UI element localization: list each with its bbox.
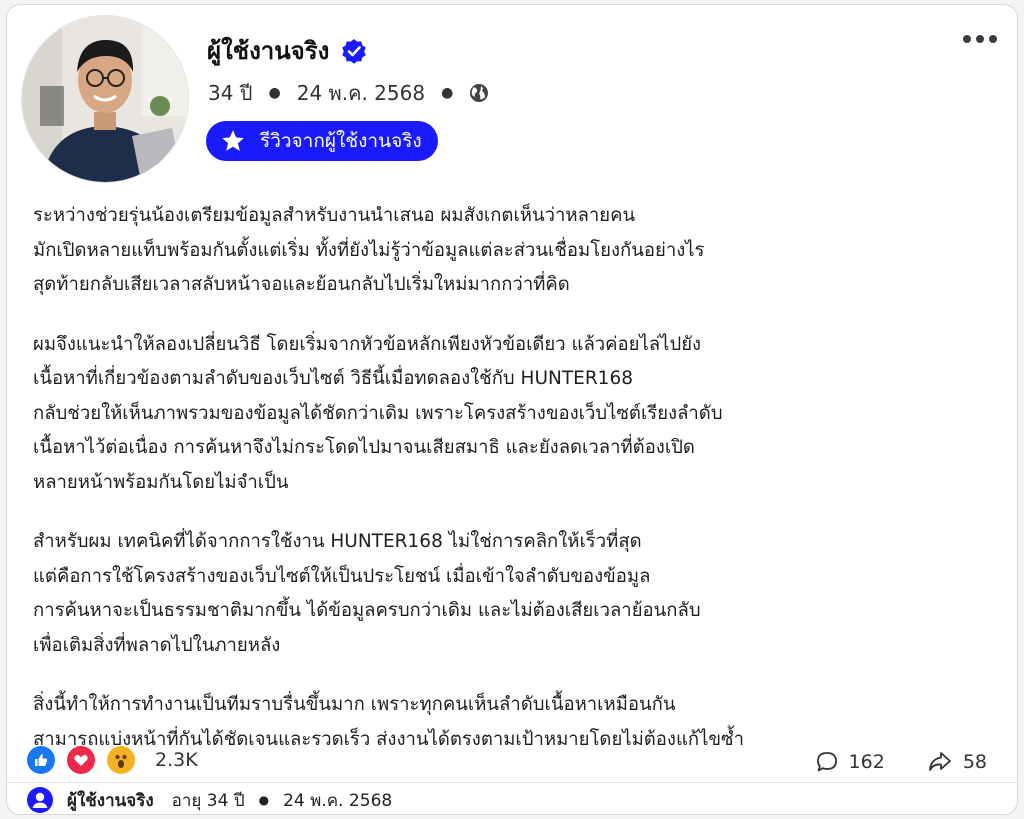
reaction-count[interactable]: 2.3K bbox=[155, 749, 198, 771]
post-card: ผู้ใช้งานจริง 34 ปี ● 24 พ.ค. 2568 ● รีว… bbox=[6, 4, 1018, 815]
verified-badge-icon bbox=[342, 38, 367, 64]
comments-button[interactable]: 162 bbox=[815, 750, 885, 774]
post-body: ระหว่างช่วยรุ่นน้องเตรียมข้อมูลสำหรับงาน… bbox=[33, 199, 993, 757]
more-options-button[interactable] bbox=[963, 35, 997, 43]
footer-date: 24 พ.ค. 2568 bbox=[283, 790, 393, 811]
separator-dot: ● bbox=[268, 85, 281, 101]
review-badge[interactable]: รีวิวจากผู้ใช้งานจริง bbox=[206, 121, 438, 161]
dot-icon bbox=[963, 35, 971, 43]
star-icon bbox=[222, 130, 244, 151]
author-row: ผู้ใช้งานจริง bbox=[207, 31, 367, 70]
post-footer: ผู้ใช้งานจริง อายุ 34 ปี ● 24 พ.ค. 2568 bbox=[7, 782, 1017, 814]
dot-icon bbox=[976, 35, 984, 43]
post-meta: 34 ปี ● 24 พ.ค. 2568 ● bbox=[208, 77, 489, 109]
post-date[interactable]: 24 พ.ค. 2568 bbox=[297, 77, 425, 109]
share-icon bbox=[928, 752, 951, 771]
share-count: 58 bbox=[962, 751, 987, 773]
globe-icon bbox=[470, 84, 489, 102]
review-badge-label: รีวิวจากผู้ใช้งานจริง bbox=[260, 130, 422, 152]
author-age: 34 ปี bbox=[208, 81, 253, 105]
separator-dot: ● bbox=[258, 793, 270, 807]
post-paragraph: สำหรับผม เทคนิคที่ได้จากการใช้งาน HUNTER… bbox=[33, 531, 701, 656]
wow-icon[interactable] bbox=[107, 746, 135, 774]
post-paragraph: ระหว่างช่วยรุ่นน้องเตรียมข้อมูลสำหรับงาน… bbox=[33, 205, 705, 295]
post-paragraph: ผมจึงแนะนำให้ลองเปลี่ยนวิธี โดยเริ่มจากห… bbox=[33, 333, 723, 493]
footer-age: อายุ 34 ปี bbox=[171, 790, 245, 811]
footer-name[interactable]: ผู้ใช้งานจริง bbox=[67, 787, 154, 814]
avatar[interactable] bbox=[21, 15, 189, 183]
author-name[interactable]: ผู้ใช้งานจริง bbox=[207, 31, 329, 70]
like-icon[interactable] bbox=[27, 746, 55, 774]
love-icon[interactable] bbox=[67, 746, 95, 774]
reactions-bar[interactable]: 2.3K bbox=[27, 746, 198, 774]
comment-icon bbox=[816, 752, 837, 772]
share-button[interactable]: 58 bbox=[927, 750, 987, 774]
user-icon bbox=[27, 787, 53, 813]
engagement-stats: 162 58 bbox=[815, 750, 987, 774]
comment-count: 162 bbox=[848, 751, 885, 773]
separator-dot: ● bbox=[441, 85, 454, 101]
dot-icon bbox=[989, 35, 997, 43]
